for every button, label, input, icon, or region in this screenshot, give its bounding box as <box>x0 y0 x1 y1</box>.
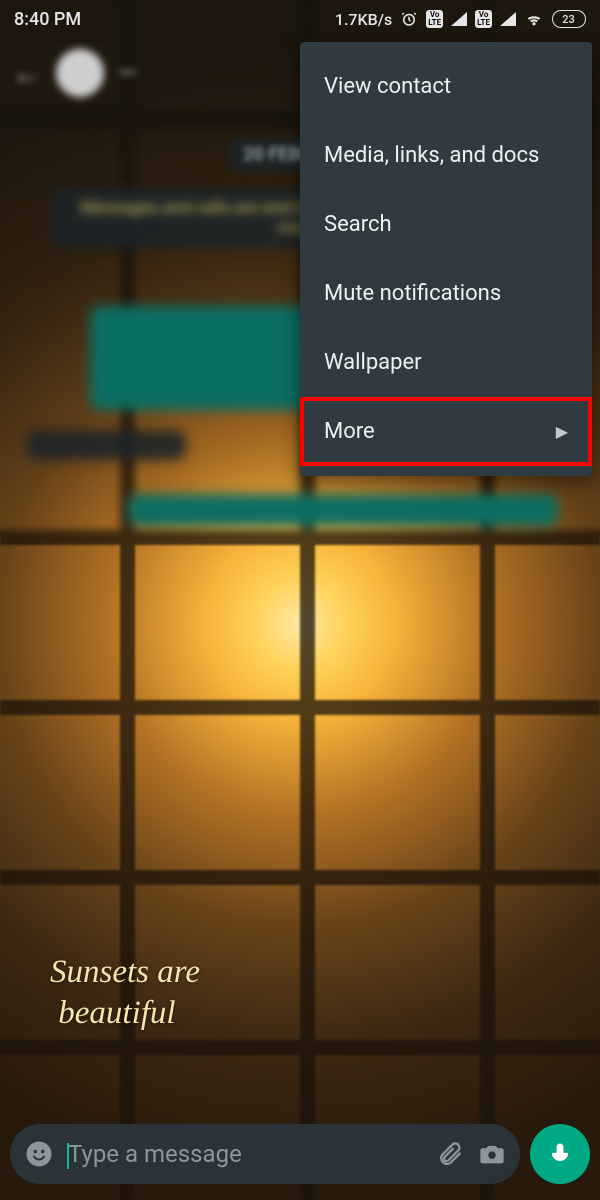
menu-mute-notifications[interactable]: Mute notifications <box>300 259 592 328</box>
menu-view-contact[interactable]: View contact <box>300 52 592 121</box>
volte-badge-2: VoLTE <box>475 10 492 28</box>
chevron-right-icon: ▶ <box>556 422 568 441</box>
back-icon[interactable]: ← <box>12 56 42 91</box>
menu-item-label: Wallpaper <box>324 350 422 375</box>
battery-icon: 23 <box>552 10 586 28</box>
message-input-row: Type a message <box>10 1122 590 1186</box>
menu-item-label: Media, links, and docs <box>324 143 539 168</box>
attach-icon[interactable] <box>436 1140 464 1168</box>
volte-badge-1: VoLTE <box>426 10 443 28</box>
message-input[interactable]: Type a message <box>10 1124 520 1184</box>
menu-item-label: Mute notifications <box>324 281 501 306</box>
voice-message-button[interactable] <box>530 1124 590 1184</box>
wallpaper-caption: Sunsets are beautiful <box>50 952 200 1035</box>
contact-name[interactable]: — <box>118 59 137 87</box>
wifi-icon <box>524 11 544 27</box>
phone-screen: Sunsets are beautiful 8:40 PM 1.7KB/s Vo… <box>0 0 600 1200</box>
emoji-icon[interactable] <box>24 1139 54 1169</box>
message-incoming[interactable] <box>90 306 310 410</box>
alarm-icon <box>400 10 418 28</box>
signal-icon-1 <box>451 12 467 26</box>
menu-search[interactable]: Search <box>300 190 592 259</box>
status-time: 8:40 PM <box>14 9 335 30</box>
mic-icon <box>546 1140 574 1168</box>
menu-item-label: Search <box>324 212 392 237</box>
message-outgoing[interactable] <box>26 430 186 460</box>
menu-media-links-docs[interactable]: Media, links, and docs <box>300 121 592 190</box>
message-placeholder: Type a message <box>68 1140 422 1168</box>
text-cursor <box>67 1143 69 1169</box>
menu-item-label: View contact <box>324 74 451 99</box>
status-bar: 8:40 PM 1.7KB/s VoLTE VoLTE 23 <box>0 0 600 38</box>
camera-icon[interactable] <box>478 1140 506 1168</box>
avatar[interactable] <box>56 49 104 97</box>
menu-item-label: More <box>324 419 375 444</box>
overflow-menu: View contact Media, links, and docs Sear… <box>300 42 592 476</box>
signal-icon-2 <box>500 12 516 26</box>
menu-wallpaper[interactable]: Wallpaper <box>300 328 592 397</box>
status-netspeed: 1.7KB/s <box>335 10 392 29</box>
message-incoming[interactable] <box>128 494 558 526</box>
menu-more[interactable]: More ▶ <box>300 397 592 466</box>
